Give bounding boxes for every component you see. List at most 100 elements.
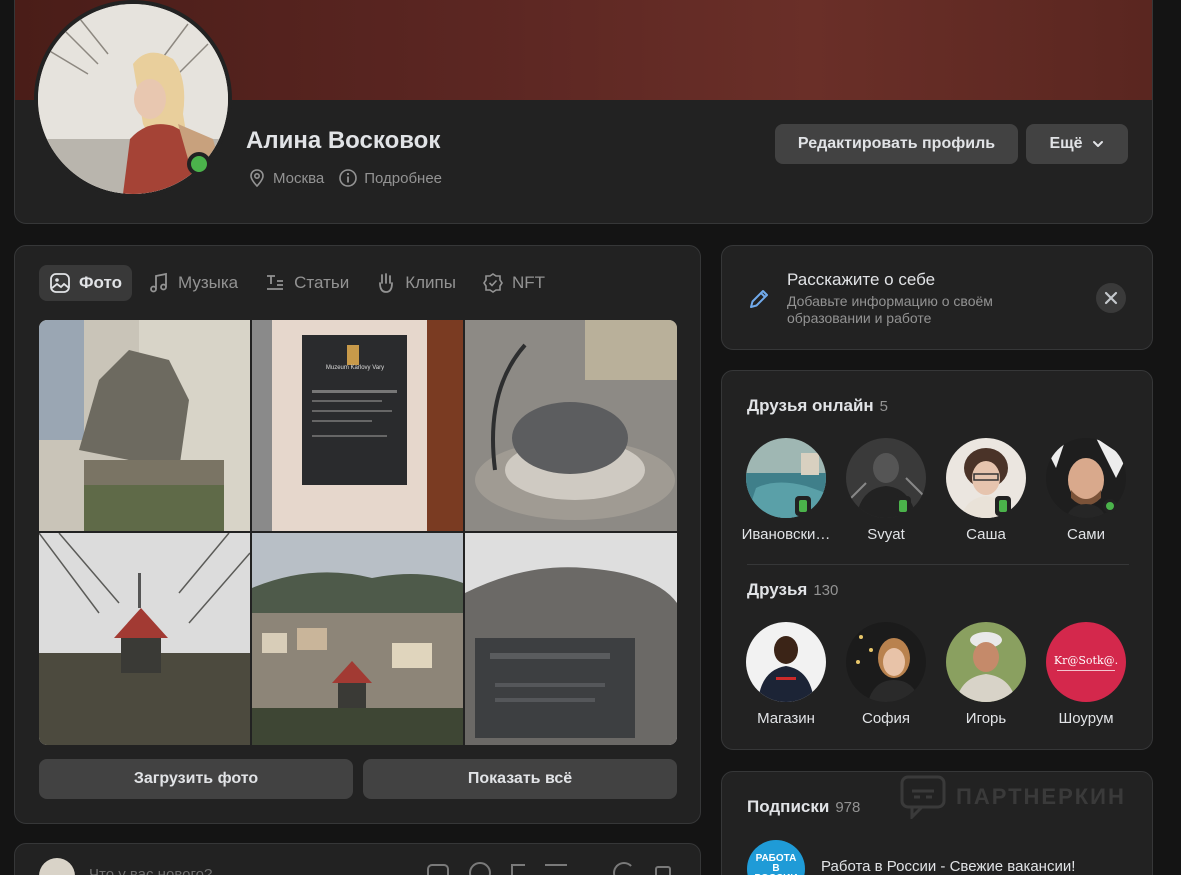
about-title: Расскажите о себе bbox=[787, 270, 936, 289]
friends-list: Магазин София Игорь Kr@Sotk@. Шоурум bbox=[736, 622, 1136, 727]
more-info-link[interactable]: Подробнее bbox=[338, 168, 442, 188]
tab-photos-label: Фото bbox=[79, 273, 122, 292]
nft-icon bbox=[482, 273, 503, 293]
music-icon bbox=[150, 272, 167, 293]
avatar bbox=[946, 438, 1026, 518]
photo-memorial-plaque[interactable] bbox=[465, 533, 677, 745]
pencil-icon bbox=[750, 290, 768, 308]
friends-online-count: 5 bbox=[879, 398, 889, 415]
subscription-logo-text: РАБОТА В РОССИИ bbox=[754, 853, 797, 875]
upload-photo-button[interactable]: Загрузить фото bbox=[39, 759, 353, 799]
avatar: Kr@Sotk@. bbox=[1046, 622, 1126, 702]
image-icon bbox=[50, 273, 70, 293]
composer-input[interactable]: Что у вас нового? bbox=[89, 866, 212, 875]
friends-online-list: Ивановски… Svyat Саша Сами bbox=[736, 438, 1136, 543]
lock-icon[interactable] bbox=[655, 866, 671, 875]
friend-online-item[interactable]: Ивановски… bbox=[736, 438, 836, 543]
subscription-avatar: РАБОТА В РОССИИ bbox=[747, 840, 805, 875]
watermark: ПАРТНЕРКИН bbox=[900, 775, 1126, 819]
friend-item[interactable]: Игорь bbox=[936, 622, 1036, 727]
composer-avatar bbox=[39, 858, 75, 875]
online-status-dot bbox=[1103, 499, 1117, 513]
subscriptions-header[interactable]: Подписки 978 bbox=[747, 797, 860, 817]
friend-name: Магазин bbox=[757, 710, 815, 727]
tab-clips[interactable]: Клипы bbox=[365, 265, 466, 301]
friend-name: Игорь bbox=[965, 710, 1007, 727]
tab-nft-label: NFT bbox=[511, 273, 545, 292]
photo-gazebo-tower[interactable] bbox=[39, 533, 250, 745]
edit-profile-button[interactable]: Редактировать профиль bbox=[775, 124, 1018, 164]
friend-item[interactable]: Kr@Sotk@. Шоурум bbox=[1036, 622, 1136, 727]
avatar bbox=[846, 438, 926, 518]
media-card: Фото Музыка Статьи Клипы NFT Muzeum Karl… bbox=[14, 245, 701, 824]
divider bbox=[747, 564, 1129, 565]
city-info[interactable]: Москва bbox=[247, 168, 324, 188]
article-attach-icon[interactable] bbox=[545, 864, 567, 866]
chevron-down-icon bbox=[1092, 141, 1103, 147]
friend-name: Ивановски… bbox=[741, 526, 831, 543]
video-icon[interactable] bbox=[469, 862, 491, 875]
friends-title: Друзья bbox=[747, 580, 808, 599]
subscriptions-title: Подписки bbox=[747, 797, 830, 816]
mobile-status-icon bbox=[895, 496, 911, 516]
about-yourself-card[interactable]: Расскажите о себе Добавьте информацию о … bbox=[721, 245, 1153, 350]
music-attach-icon[interactable] bbox=[511, 864, 525, 875]
article-icon bbox=[267, 275, 284, 290]
show-all-button[interactable]: Показать всё bbox=[363, 759, 677, 799]
friends-online-title: Друзья онлайн bbox=[747, 396, 874, 415]
showroom-logo-line bbox=[1057, 669, 1115, 671]
close-icon bbox=[1104, 291, 1118, 305]
more-info-label: Подробнее bbox=[364, 169, 443, 187]
photo-museum-sign[interactable]: Muzeum Karlovy Vary bbox=[252, 320, 463, 531]
friends-header[interactable]: Друзья 130 bbox=[747, 580, 838, 600]
scrollbar[interactable] bbox=[1160, 0, 1181, 875]
tab-articles[interactable]: Статьи bbox=[254, 265, 359, 301]
more-button[interactable]: Ещё bbox=[1026, 124, 1128, 164]
photo-grid: Muzeum Karlovy Vary bbox=[39, 320, 677, 745]
location-pin-icon bbox=[250, 169, 264, 188]
subscription-item[interactable]: РАБОТА В РОССИИ Работа в России - Свежие… bbox=[747, 840, 1075, 875]
tab-music[interactable]: Музыка bbox=[138, 265, 248, 301]
mobile-status-icon bbox=[995, 496, 1011, 516]
friend-online-item[interactable]: Саша bbox=[936, 438, 1036, 543]
online-status-dot bbox=[187, 152, 211, 176]
camera-icon[interactable] bbox=[427, 864, 449, 875]
more-button-label: Ещё bbox=[1049, 135, 1083, 152]
friends-online-header[interactable]: Друзья онлайн 5 bbox=[747, 396, 888, 416]
tab-articles-label: Статьи bbox=[294, 273, 350, 292]
tab-clips-label: Клипы bbox=[405, 273, 456, 292]
photo-griffin-statue[interactable] bbox=[39, 320, 250, 531]
tab-nft[interactable]: NFT bbox=[472, 265, 555, 301]
friend-online-item[interactable]: Сами bbox=[1036, 438, 1136, 543]
friend-name: Саша bbox=[966, 526, 1006, 543]
watermark-text: ПАРТНЕРКИН bbox=[956, 784, 1126, 809]
subscriptions-count: 978 bbox=[835, 799, 861, 816]
avatar bbox=[846, 622, 926, 702]
friend-online-item[interactable]: Svyat bbox=[836, 438, 936, 543]
tab-music-label: Музыка bbox=[177, 273, 239, 292]
profile-meta: Москва Подробнее bbox=[247, 168, 442, 188]
photo-town-view[interactable] bbox=[252, 533, 463, 745]
avatar bbox=[746, 438, 826, 518]
avatar bbox=[746, 622, 826, 702]
mobile-status-icon bbox=[795, 496, 811, 516]
friend-name: Сами bbox=[1066, 526, 1106, 543]
friends-count: 130 bbox=[813, 582, 839, 599]
post-composer: Что у вас нового? bbox=[14, 843, 701, 875]
tab-photos[interactable]: Фото bbox=[39, 265, 132, 301]
refresh-icon[interactable] bbox=[613, 862, 635, 875]
profile-name: Алина Восковок bbox=[246, 127, 441, 154]
media-tabs: Фото Музыка Статьи Клипы NFT bbox=[39, 265, 555, 301]
friends-card: Друзья онлайн 5 Ивановски… Svyat Саша Са… bbox=[721, 370, 1153, 750]
friend-item[interactable]: Магазин bbox=[736, 622, 836, 727]
city-label: Москва bbox=[273, 169, 325, 187]
close-button[interactable] bbox=[1096, 283, 1126, 313]
clips-icon bbox=[379, 273, 394, 293]
friend-name: Шоурум bbox=[1058, 710, 1114, 727]
friend-name: София bbox=[861, 710, 911, 727]
photo-stone-egg[interactable] bbox=[465, 320, 677, 531]
info-icon bbox=[339, 169, 358, 187]
friend-item[interactable]: София bbox=[836, 622, 936, 727]
friend-name: Svyat bbox=[867, 526, 905, 543]
chat-bubble-icon bbox=[900, 775, 946, 819]
